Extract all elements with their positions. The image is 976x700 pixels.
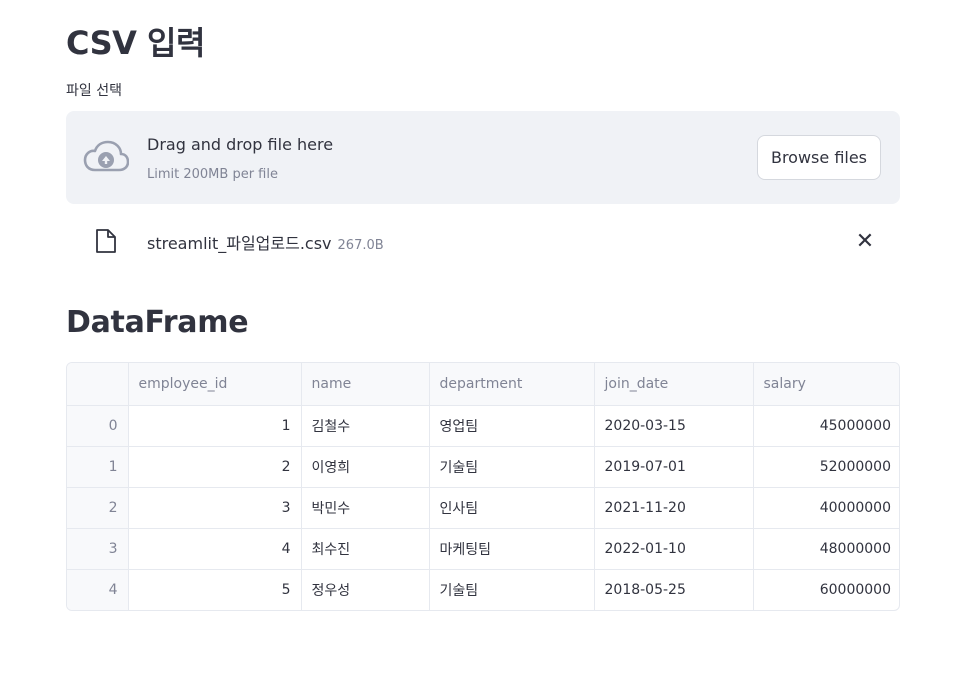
uploaded-file-name: streamlit_파일업로드.csv 267.0B — [147, 230, 384, 254]
file-size: 267.0B — [337, 238, 384, 253]
dataframe-table[interactable]: employee_id name department join_date sa… — [66, 362, 900, 611]
column-header-index — [67, 363, 129, 406]
cell-salary[interactable]: 40000000 — [753, 487, 899, 529]
cell-salary[interactable]: 52000000 — [753, 446, 899, 488]
file-name-text: streamlit_파일업로드.csv — [147, 234, 332, 253]
file-dropzone[interactable]: Drag and drop file here Limit 200MB per … — [66, 111, 900, 204]
column-header-department[interactable]: department — [429, 363, 595, 406]
cell-employee-id[interactable]: 1 — [128, 405, 302, 447]
column-header-join-date[interactable]: join_date — [594, 363, 754, 406]
cell-department[interactable]: 영업팀 — [429, 405, 595, 447]
cell-employee-id[interactable]: 5 — [128, 569, 302, 610]
cell-join-date[interactable]: 2019-07-01 — [594, 446, 754, 488]
browse-files-button[interactable]: Browse files — [757, 135, 881, 180]
cell-department[interactable]: 인사팀 — [429, 487, 595, 529]
cell-join-date[interactable]: 2022-01-10 — [594, 528, 754, 570]
table-row: 1 2 이영희 기술팀 2019-07-01 52000000 — [67, 446, 899, 488]
cell-department[interactable]: 기술팀 — [429, 569, 595, 610]
cell-name[interactable]: 김철수 — [301, 405, 430, 447]
uploaded-file-item: streamlit_파일업로드.csv 267.0B ✕ — [66, 222, 900, 262]
column-header-salary[interactable]: salary — [753, 363, 899, 406]
table-row: 4 5 정우성 기술팀 2018-05-25 60000000 — [67, 569, 899, 610]
cell-salary[interactable]: 48000000 — [753, 528, 899, 570]
cell-department[interactable]: 마케팅팀 — [429, 528, 595, 570]
row-index: 3 — [67, 528, 129, 570]
file-icon — [96, 229, 116, 253]
column-header-name[interactable]: name — [301, 363, 430, 406]
row-index: 2 — [67, 487, 129, 529]
cell-employee-id[interactable]: 3 — [128, 487, 302, 529]
section-title: DataFrame — [66, 305, 249, 340]
row-index: 0 — [67, 405, 129, 447]
row-index: 1 — [67, 446, 129, 488]
cell-salary[interactable]: 45000000 — [753, 405, 899, 447]
cell-employee-id[interactable]: 2 — [128, 446, 302, 488]
dropzone-instruction: Drag and drop file here — [147, 135, 334, 154]
cloud-upload-icon — [83, 140, 129, 172]
uploader-label: 파일 선택 — [66, 83, 122, 99]
cell-name[interactable]: 박민수 — [301, 487, 430, 529]
close-icon[interactable]: ✕ — [850, 226, 880, 256]
cell-join-date[interactable]: 2021-11-20 — [594, 487, 754, 529]
column-header-employee-id[interactable]: employee_id — [128, 363, 302, 406]
table-header-row: employee_id name department join_date sa… — [67, 363, 899, 406]
cell-name[interactable]: 이영희 — [301, 446, 430, 488]
cell-name[interactable]: 정우성 — [301, 569, 430, 610]
table-row: 3 4 최수진 마케팅팀 2022-01-10 48000000 — [67, 528, 899, 570]
table-row: 0 1 김철수 영업팀 2020-03-15 45000000 — [67, 405, 899, 447]
cell-join-date[interactable]: 2020-03-15 — [594, 405, 754, 447]
cell-join-date[interactable]: 2018-05-25 — [594, 569, 754, 610]
dropzone-limit: Limit 200MB per file — [147, 167, 278, 182]
row-index: 4 — [67, 569, 129, 610]
cell-department[interactable]: 기술팀 — [429, 446, 595, 488]
cell-name[interactable]: 최수진 — [301, 528, 430, 570]
cell-employee-id[interactable]: 4 — [128, 528, 302, 570]
table-row: 2 3 박민수 인사팀 2021-11-20 40000000 — [67, 487, 899, 529]
page-title: CSV 입력 — [66, 24, 205, 62]
cell-salary[interactable]: 60000000 — [753, 569, 899, 610]
